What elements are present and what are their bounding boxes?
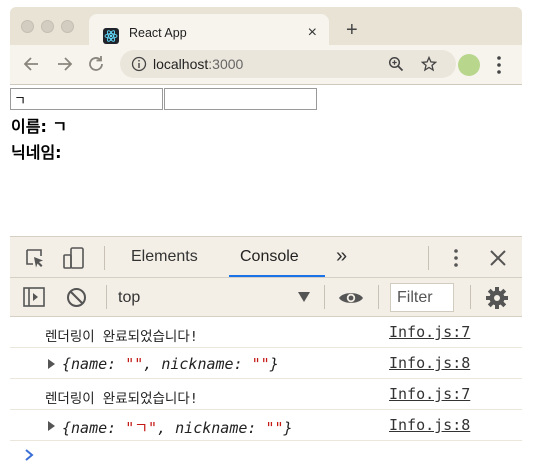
devtools-panel: Elements Console » top Filter 렌더링이 완료되었습…	[10, 236, 522, 469]
devtools-menu-icon[interactable]	[453, 248, 459, 268]
obj-key: name	[71, 355, 108, 373]
browser-window: React App × + localhost:3000	[10, 7, 522, 85]
obj-value: ""	[265, 419, 284, 437]
obj-key: nickname	[161, 355, 234, 373]
console-log-row: {name: "", nickname: ""} Info.js:8	[10, 348, 522, 379]
url-host: localhost	[153, 56, 209, 72]
url-port: :3000	[208, 56, 244, 72]
zoom-icon[interactable]	[388, 56, 404, 72]
page-content: 이름: ㄱ 닉네임:	[10, 87, 522, 237]
toolbar-divider	[10, 84, 522, 85]
console-prompt-icon[interactable]	[24, 448, 34, 462]
tab-title: React App	[129, 26, 187, 40]
console-log-row: {name: "ㄱ", nickname: ""} Info.js:8	[10, 410, 522, 441]
live-expression-eye-icon[interactable]	[338, 290, 364, 306]
minimize-window-button[interactable]	[41, 20, 54, 33]
filter-input[interactable]: Filter	[390, 283, 454, 312]
close-devtools-icon[interactable]	[489, 249, 507, 267]
forward-arrow-icon[interactable]	[54, 54, 74, 74]
tab-separator	[428, 246, 429, 270]
log-object[interactable]: {name: "", nickname: ""}	[62, 355, 279, 373]
tab-console[interactable]: Console	[240, 248, 299, 266]
log-source-link[interactable]: Info.js:7	[389, 323, 470, 341]
devtools-tabbar: Elements Console »	[10, 236, 522, 278]
console-log-row: 렌더링이 완료되었습니다! Info.js:7	[10, 379, 522, 410]
reload-icon[interactable]	[86, 54, 106, 74]
toolbar-separator	[378, 285, 379, 309]
console-log-row: 렌더링이 완료되었습니다! Info.js:7	[10, 317, 522, 348]
log-message: 렌더링이 완료되었습니다!	[45, 329, 198, 345]
back-arrow-icon[interactable]	[22, 54, 42, 74]
clear-console-icon[interactable]	[66, 287, 87, 308]
close-window-button[interactable]	[21, 20, 34, 33]
filter-placeholder: Filter	[397, 289, 433, 306]
settings-gear-icon[interactable]	[486, 287, 508, 309]
profile-avatar[interactable]	[458, 54, 480, 76]
console-output: 렌더링이 완료되었습니다! Info.js:7 {name: "", nickn…	[10, 317, 522, 469]
tab-elements[interactable]: Elements	[131, 248, 198, 266]
name-label: 이름:	[11, 117, 53, 136]
bookmark-star-icon[interactable]	[421, 56, 437, 72]
obj-value: ""	[251, 355, 270, 373]
nickname-output: 닉네임:	[11, 139, 62, 163]
dropdown-arrow-icon[interactable]	[298, 292, 310, 302]
obj-value: ""	[125, 355, 144, 373]
new-tab-button[interactable]: +	[346, 19, 358, 42]
device-toolbar-icon[interactable]	[62, 246, 86, 270]
toolbar-separator	[106, 285, 107, 309]
zoom-window-button[interactable]	[61, 20, 74, 33]
react-logo-icon	[103, 28, 119, 44]
url-text: localhost:3000	[153, 56, 243, 72]
toolbar-separator	[324, 285, 325, 309]
more-tabs-button[interactable]: »	[336, 245, 347, 268]
nickname-label: 닉네임:	[11, 143, 62, 162]
expand-arrow-icon[interactable]	[48, 359, 55, 369]
toolbar-separator	[470, 285, 471, 309]
nickname-input[interactable]	[164, 88, 317, 110]
name-input[interactable]	[10, 88, 163, 110]
browser-menu-icon[interactable]	[496, 55, 502, 75]
log-source-link[interactable]: Info.js:8	[389, 354, 470, 372]
inspect-element-icon[interactable]	[24, 247, 46, 269]
obj-key: nickname	[175, 419, 248, 437]
obj-key: name	[71, 419, 108, 437]
log-source-link[interactable]: Info.js:8	[389, 416, 470, 434]
info-icon[interactable]	[131, 56, 147, 72]
log-source-link[interactable]: Info.js:7	[389, 385, 470, 403]
tab-close-button[interactable]: ×	[308, 24, 317, 42]
sidebar-toggle-icon[interactable]	[23, 287, 45, 307]
obj-value: "ㄱ"	[125, 419, 158, 437]
active-tab-indicator	[229, 275, 325, 277]
browser-toolbar: localhost:3000	[10, 45, 522, 85]
log-object[interactable]: {name: "ㄱ", nickname: ""}	[62, 417, 293, 438]
expand-arrow-icon[interactable]	[48, 421, 55, 431]
address-bar[interactable]: localhost:3000	[120, 50, 456, 78]
name-output: 이름: ㄱ	[11, 113, 67, 137]
console-toolbar: top Filter	[10, 278, 522, 317]
name-value: ㄱ	[52, 117, 68, 136]
tab-separator	[104, 246, 105, 270]
context-selector[interactable]: top	[118, 289, 140, 307]
log-message: 렌더링이 완료되었습니다!	[45, 391, 198, 407]
